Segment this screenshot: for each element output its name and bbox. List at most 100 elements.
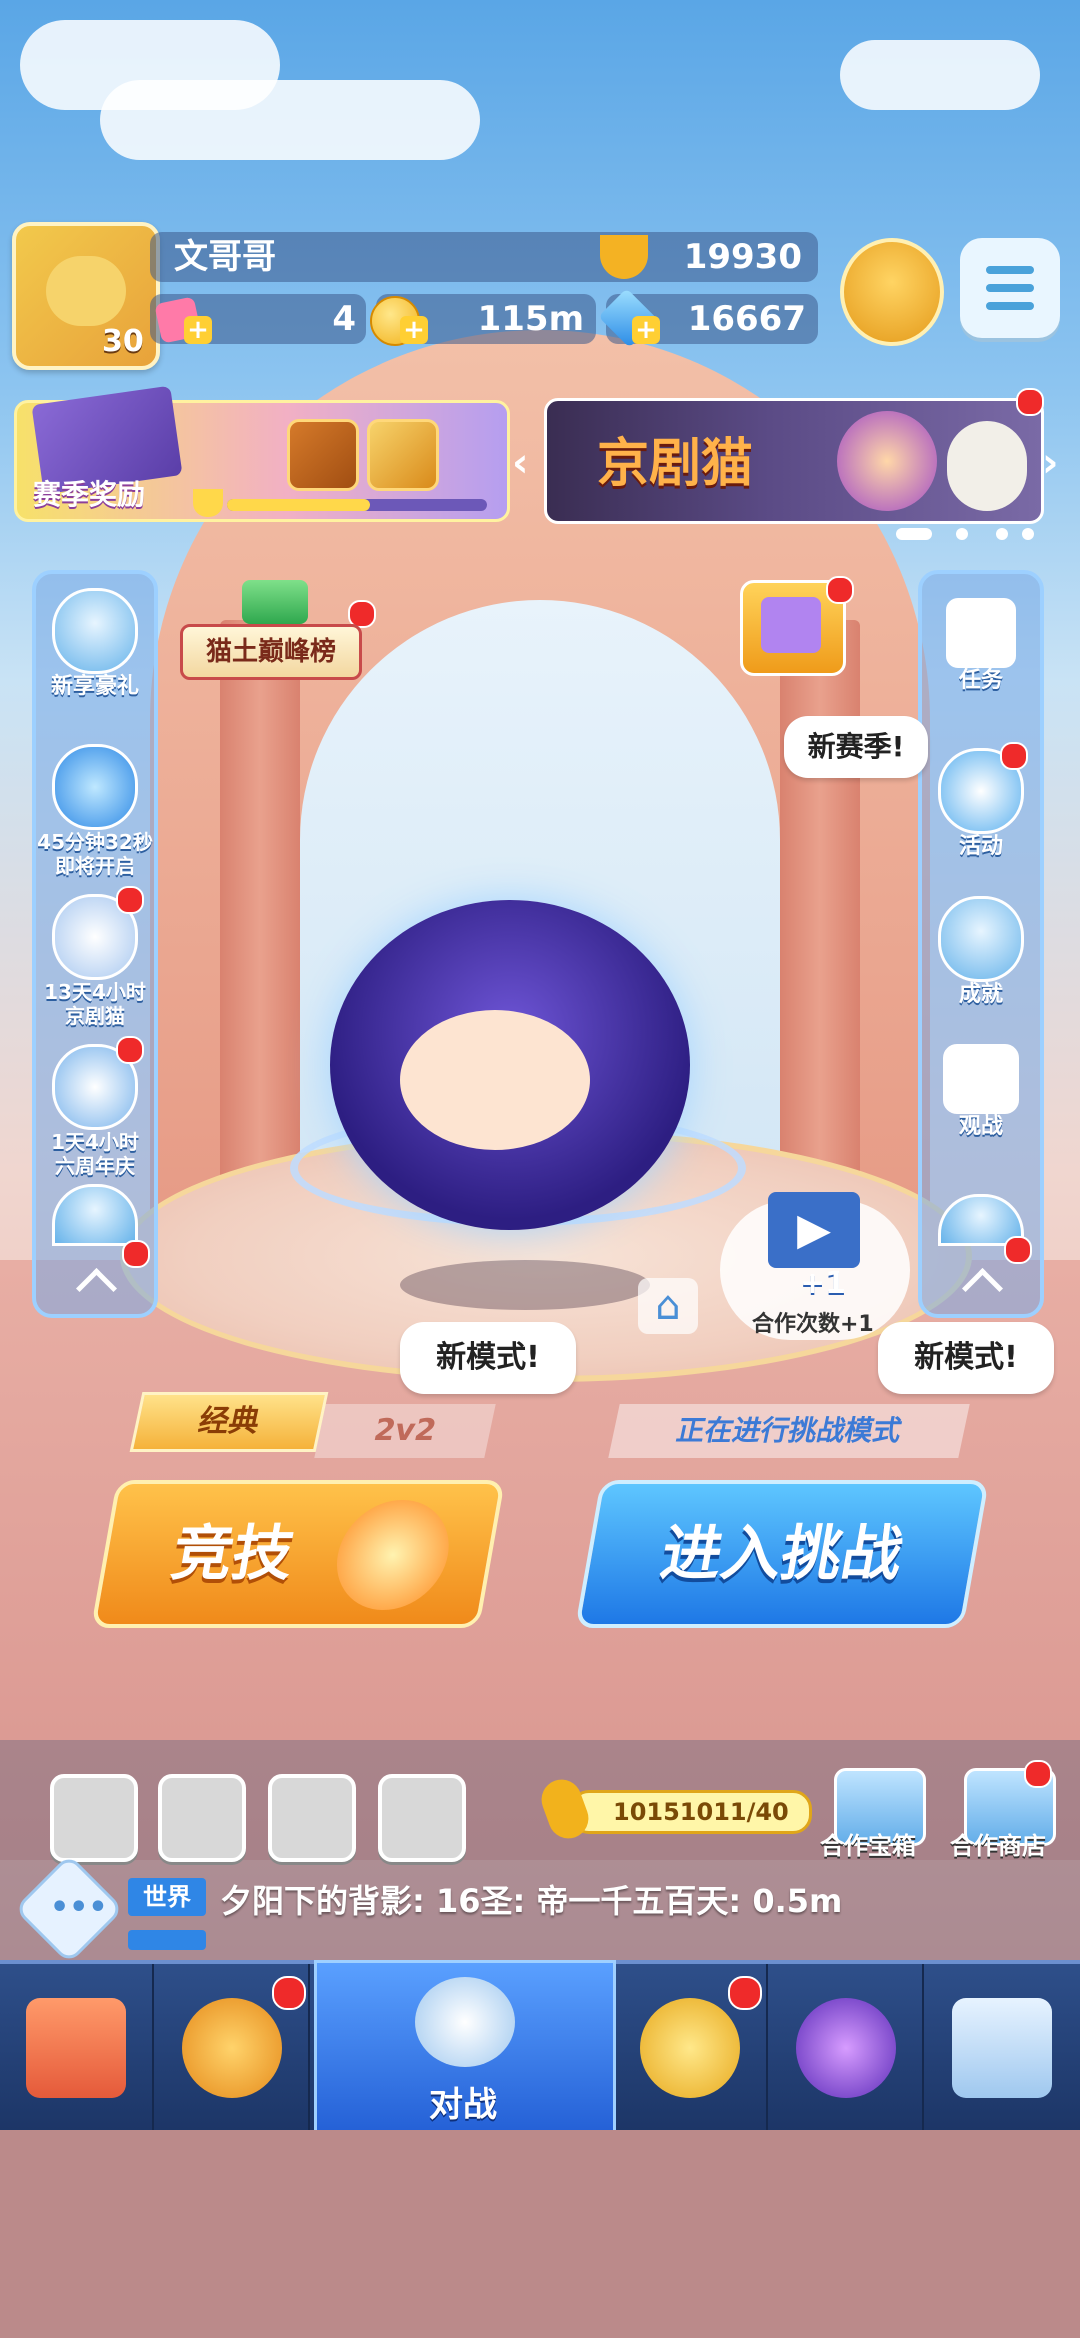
ranking-badge[interactable]: 猫土巅峰榜	[180, 580, 370, 690]
notification-dot	[122, 1240, 150, 1268]
gem-bar[interactable]: + 16667	[598, 288, 818, 348]
chevron-left-icon[interactable]: ‹	[512, 440, 528, 486]
player-name: 文哥哥	[174, 237, 276, 277]
treasure-chest-icon	[287, 419, 359, 491]
compete-button[interactable]: 竞技	[90, 1480, 506, 1628]
key-progress-bar: 10151011/40	[535, 1773, 812, 1845]
left-sidebar: 新享豪礼 45分钟32秒 即将开启 13天4小时 京剧猫 1天4小时 六周年庆	[32, 570, 158, 1318]
nav-item-battle[interactable]: 对战	[314, 1960, 616, 2136]
trophy-icon	[193, 489, 223, 517]
ranking-badge-label: 猫土巅峰榜	[180, 624, 362, 680]
chat-channel-tag: 世界	[128, 1878, 206, 1916]
video-bonus: +1	[800, 1266, 847, 1301]
avatar-level: 30	[102, 324, 144, 359]
add-coins-icon[interactable]: +	[400, 316, 428, 344]
season-reward-card[interactable]: 赛季奖励	[14, 385, 510, 522]
right-sidebar: 任务 活动 成就 观战	[918, 570, 1044, 1318]
nav-item-shop[interactable]	[0, 1964, 154, 2130]
gacha-orb-icon	[182, 1998, 282, 2098]
crossed-swords-icon	[415, 1977, 515, 2067]
lightning-box-icon[interactable]	[50, 1774, 138, 1862]
crown-star-icon	[938, 896, 1024, 982]
chat-message[interactable]: 夕阳下的背影: 16圣: 帝一千五百天: 0.5m	[220, 1876, 842, 1922]
coin-bar[interactable]: + 115m	[370, 294, 596, 346]
chevron-right-icon[interactable]: ›	[1042, 440, 1058, 486]
event-banner[interactable]: 京剧猫	[544, 398, 1044, 524]
sidebar-label: 新享豪礼	[50, 674, 139, 699]
enter-challenge-button[interactable]: 进入挑战	[574, 1480, 990, 1628]
notification-dot	[1004, 1236, 1032, 1264]
chevron-up-icon[interactable]	[75, 1267, 118, 1310]
chat-channel-tag-next	[128, 1930, 206, 1950]
shop-icon	[26, 1998, 126, 2098]
player-avatar[interactable]: 30	[12, 222, 160, 370]
trophy-cup-icon[interactable]	[268, 1774, 356, 1862]
sidebar-item-gift[interactable]: 新享豪礼	[36, 588, 154, 700]
star-bar[interactable]: + 4	[150, 294, 366, 344]
chevron-up-icon[interactable]	[961, 1267, 1004, 1310]
sidebar-label: 1天4小时 六周年庆	[51, 1130, 139, 1178]
coin-count: 115m	[477, 299, 584, 339]
film-icon[interactable]	[378, 1774, 466, 1862]
lower-blank-area	[0, 2130, 1080, 2338]
season-progress-fill	[227, 499, 370, 511]
planet-icon	[796, 1998, 896, 2098]
sidebar-item-spectate[interactable]: 观战	[922, 1044, 1040, 1140]
banner-page-dot[interactable]	[1022, 528, 1034, 540]
gift-icon	[52, 588, 138, 674]
hamburger-icon	[986, 266, 1034, 274]
sidebar-label: 45分钟32秒 即将开启	[37, 830, 153, 878]
whistle-icon	[640, 1998, 740, 2098]
coop-count-label: 合作次数+1	[752, 1312, 874, 1337]
lion-face-icon	[46, 256, 126, 326]
menu-button[interactable]	[960, 238, 1060, 338]
rank-badge-icon[interactable]	[840, 238, 944, 346]
hanger-icon[interactable]: ⌂	[638, 1278, 698, 1334]
mode-tab-2v2[interactable]: 2v2	[314, 1404, 496, 1458]
character-shadow	[400, 1260, 650, 1310]
triangle-rune-icon[interactable]	[158, 1774, 246, 1862]
sidebar-item-achievements[interactable]: 成就	[922, 896, 1040, 1008]
sidebar-label: 任务	[958, 668, 1003, 693]
checklist-icon	[946, 598, 1016, 668]
gem-count: 16667	[687, 299, 806, 339]
notification-dot	[1024, 1760, 1052, 1788]
mode-tab-classic[interactable]: 经典	[129, 1392, 329, 1452]
coop-count-bubble[interactable]: ▶ +1 合作次数+1	[720, 1192, 910, 1340]
sidebar-label: 观战	[958, 1114, 1003, 1139]
character-avatar[interactable]	[330, 900, 690, 1230]
player-name-bar[interactable]: 文哥哥 19930	[150, 232, 818, 282]
add-gems-icon[interactable]: +	[632, 316, 660, 344]
notification-dot	[826, 576, 854, 604]
nav-item-messages[interactable]	[926, 1964, 1078, 2130]
sidebar-label: 活动	[958, 834, 1003, 859]
white-cat-icon	[947, 421, 1027, 511]
trophy-icon	[600, 235, 648, 279]
character-face	[400, 1010, 590, 1150]
sidebar-item-upcoming[interactable]: 45分钟32秒 即将开启	[36, 744, 154, 878]
challenge-status: 正在进行挑战模式	[608, 1404, 970, 1458]
notification-dot	[272, 1976, 306, 2010]
banner-page-dot[interactable]	[996, 528, 1008, 540]
trophy-count: 19930	[683, 237, 802, 277]
star-count: 4	[332, 299, 356, 339]
sidebar-item-anniversary[interactable]: 1天4小时 六周年庆	[36, 1044, 154, 1178]
sidebar-item-tasks[interactable]: 任务	[922, 598, 1040, 694]
add-stars-icon[interactable]: +	[184, 316, 212, 344]
demon-mask-icon	[52, 744, 138, 830]
notification-dot	[116, 886, 144, 914]
golden-chest-icon	[367, 419, 439, 491]
season-progress-bar	[227, 499, 487, 511]
nav-battle-label: 对战	[429, 2085, 497, 2125]
banner-page-dot[interactable]	[956, 528, 968, 540]
cloud	[100, 80, 480, 160]
sidebar-item-star[interactable]	[36, 1184, 154, 1246]
message-heart-icon	[952, 1998, 1052, 2098]
coop-shop-label: 合作商店	[950, 1832, 1046, 1860]
sidebar-item-opera-cat[interactable]: 13天4小时 京剧猫	[36, 894, 154, 1028]
banner-page-dot-active[interactable]	[896, 528, 932, 540]
tv-play-icon	[943, 1044, 1019, 1114]
play-icon	[761, 597, 821, 653]
notification-dot	[1016, 388, 1044, 416]
nav-item-planet[interactable]	[770, 1964, 924, 2130]
